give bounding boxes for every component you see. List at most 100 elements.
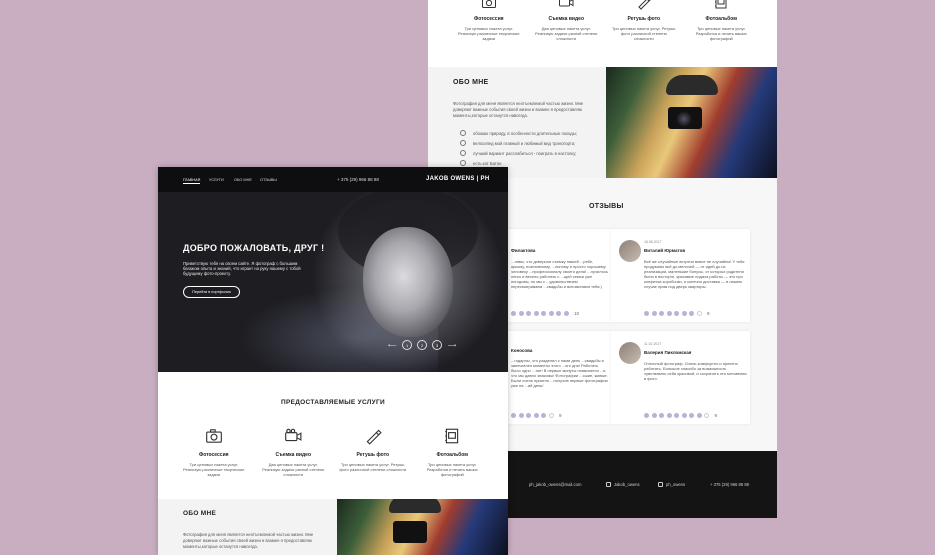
hero-face-shape: [363, 227, 453, 337]
service-title: Ретушь фото: [356, 452, 390, 458]
service-card[interactable]: Фотоальбом Три ценовых пакета услуг. Раз…: [413, 427, 493, 477]
review-rating: 9: [644, 413, 717, 418]
rating-dot: [659, 311, 664, 316]
service-card[interactable]: Съемка видео Два ценовых пакета услуг. Р…: [254, 427, 334, 477]
portfolio-button[interactable]: Перейти в портфолио: [183, 286, 240, 298]
rating-dot: [651, 413, 657, 418]
review-score: 9: [707, 311, 710, 316]
back-service-card[interactable]: Съемка видео Два ценовых пакета услуг. Р…: [528, 0, 606, 41]
video-camera-icon: [285, 428, 302, 442]
footer-instagram-link[interactable]: Jakob_owens: [606, 482, 640, 487]
about-list-text: обожаю природу, в особенности длительные…: [473, 130, 577, 136]
rating-dot-empty: [548, 413, 554, 418]
rating-dot: [644, 311, 649, 316]
review-date: 11.02.2017: [644, 342, 662, 346]
review-rating: 10: [511, 311, 579, 316]
service-title: Съемка видео: [548, 16, 585, 22]
review-rating: 9: [644, 311, 710, 316]
service-card[interactable]: Ретушь фото Три ценовых пакета услуг. Ре…: [333, 427, 413, 477]
nav-phone[interactable]: + 375 (29) 966 88 88: [337, 177, 379, 182]
review-text: ...ливы, что доверили съемку нашей ...ре…: [511, 259, 608, 289]
hero-section: ГЛАВНАЯ УСЛУГИ ОБО МНЕ ОТЗЫВЫ + 375 (29)…: [158, 167, 508, 372]
pager-dot-3[interactable]: 3: [432, 340, 443, 350]
rating-dot-empty: [696, 311, 702, 316]
pager-dot-1[interactable]: 1: [402, 340, 413, 350]
about-text: Фотография для меня является неотъемлемо…: [183, 532, 314, 549]
rating-dot: [644, 413, 649, 418]
about-list-text: есть кот Батон: [473, 160, 502, 166]
rating-dot: [666, 413, 672, 418]
service-desc: Два ценовых пакета услуг. Реализую задач…: [535, 26, 598, 41]
rating-dot: [674, 413, 679, 418]
review-text: Всё же случайные встречи вовсе не случай…: [644, 259, 745, 289]
arrow-right-icon[interactable]: ⟶: [448, 342, 457, 349]
avatar: [619, 342, 641, 364]
bullet-circle-icon: [460, 130, 466, 136]
nav-link-about[interactable]: ОБО МНЕ: [234, 178, 252, 182]
review-name: Коносова: [511, 348, 533, 353]
front-page-preview: ГЛАВНАЯ УСЛУГИ ОБО МНЕ ОТЗЫВЫ + 375 (29)…: [158, 167, 508, 555]
rating-dot: [681, 311, 687, 316]
footer-instagram: Jakob_owens: [614, 482, 640, 487]
review-text: ...годарны, что разделил с нами день ...…: [511, 358, 608, 388]
service-title: Фотосессия: [198, 452, 229, 458]
rating-dot: [651, 311, 657, 316]
photo-cap-shape: [389, 499, 441, 513]
footer-vk: ph_owens: [666, 482, 686, 487]
service-title: Фотоальбом: [436, 452, 468, 458]
avatar: [619, 240, 641, 262]
rating-dot: [526, 413, 531, 418]
rating-dot-empty: [704, 413, 709, 418]
services-section: ПРЕДОСТАВЛЯЕМЫЕ УСЛУГИ Фотосессия Три це…: [158, 372, 508, 499]
service-desc: Три ценовых пакета услуг. Разработка и п…: [695, 26, 747, 41]
video-camera-icon: [559, 0, 574, 7]
brand-logo[interactable]: JAKOB OWENS | PH: [426, 176, 489, 182]
rating-dot: [666, 311, 672, 316]
footer-email-link[interactable]: ph_jakob_owens@mail.com: [529, 482, 581, 487]
about-list-item: лучший вариант расслабиться - поиграть в…: [460, 148, 577, 158]
footer-email: ph_jakob_owens@mail.com: [529, 482, 582, 487]
service-desc: Три ценовых пакета услуг. Разработка и п…: [426, 462, 478, 477]
review-name: Филактова: [511, 248, 536, 253]
camera-icon: [481, 0, 496, 8]
services-list: Фотосессия Три ценовых пакета услуг. Реа…: [174, 427, 492, 477]
review-score: 9: [559, 413, 562, 418]
nav-link-services[interactable]: УСЛУГИ: [209, 178, 224, 182]
reviews-title: ОТЗЫВЫ: [589, 203, 624, 210]
rating-dot: [511, 413, 516, 418]
back-service-card[interactable]: Фотосессия Три ценовых пакета услуг. Реа…: [450, 0, 528, 41]
footer-phone[interactable]: + 375 (29) 966 88 88: [710, 482, 749, 487]
review-card: 16.08.2017 Виталий Юрматов Всё же случай…: [611, 229, 750, 322]
photo-lens-shape: [676, 111, 692, 127]
back-service-card[interactable]: Ретушь фото Три ценовых пакета услуг. Ре…: [605, 0, 683, 41]
services-title: ПРЕДОСТАВЛЯЕМЫЕ УСЛУГИ: [281, 399, 385, 406]
pager-dot-2[interactable]: 2: [417, 340, 428, 350]
review-score: 10: [574, 311, 580, 316]
service-card[interactable]: Фотосессия Три ценовых пакета услуг. Реа…: [174, 427, 254, 477]
service-title: Фотоальбом: [705, 16, 737, 22]
arrow-left-icon[interactable]: ⟵: [388, 342, 397, 349]
back-services-list: Фотосессия Три ценовых пакета услуг. Реа…: [450, 0, 760, 41]
back-service-card[interactable]: Фотоальбом Три ценовых пакета услуг. Раз…: [683, 0, 761, 41]
review-name: Виталий Юрматов: [644, 248, 686, 253]
about-list-text: велосипед мой главный и любимый вид тран…: [473, 140, 576, 146]
nav-link-reviews[interactable]: ОТЗЫВЫ: [260, 178, 277, 182]
retouch-brush-icon: [366, 429, 382, 445]
review-card: 11.02.2017 Валерия Пикломская Отличный ф…: [611, 331, 750, 424]
instagram-icon: [606, 482, 611, 487]
nav-link-home[interactable]: ГЛАВНАЯ: [183, 178, 201, 184]
service-desc: Три ценовых пакета услуг. Ретушь фото ра…: [339, 462, 407, 472]
rating-dot: [541, 413, 546, 418]
service-desc: Три ценовых пакета услуг. Реализую разли…: [458, 26, 520, 41]
bullet-circle-icon: [460, 150, 466, 156]
review-score: 9: [714, 413, 718, 418]
rating-dot: [689, 413, 694, 418]
about-photo: [337, 499, 508, 555]
photo-album-icon: [715, 0, 727, 9]
rating-dot: [681, 413, 687, 418]
about-text: Фотография для меня является неотъемлемо…: [453, 101, 584, 118]
about-photo: [606, 67, 777, 178]
about-list-text: лучший вариант расслабиться - поиграть в…: [473, 150, 577, 156]
service-desc: Три ценовых пакета услуг. Ретушь фото ра…: [612, 26, 676, 41]
footer-vk-link[interactable]: ph_owens: [658, 482, 685, 487]
